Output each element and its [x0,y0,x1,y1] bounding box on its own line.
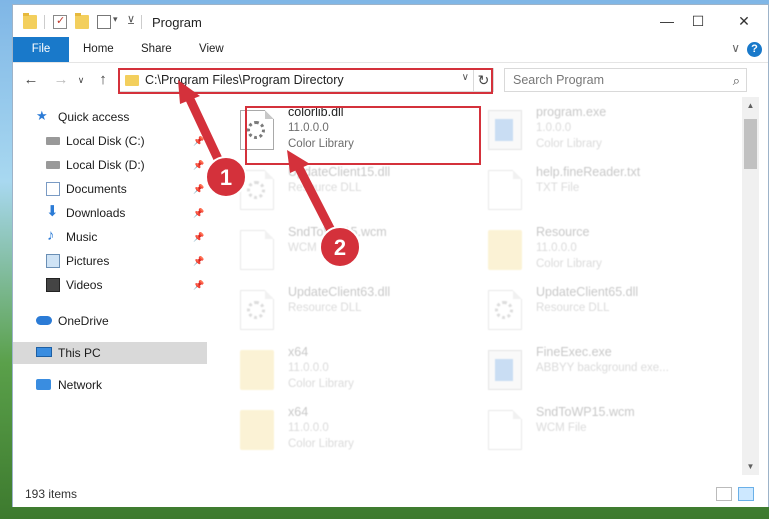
sidebar-item-videos[interactable]: Videos 📌 [13,274,207,296]
videos-icon [46,278,60,292]
navigation-bar: ← → ∨ ↑ C:\Program Files\Program Directo… [13,65,768,95]
explorer-window: ▾ ⊻ Program — ☐ ✕ File Home Share View ∨… [12,4,769,507]
up-button[interactable]: ↑ [93,69,113,91]
details-view-icon[interactable] [716,487,732,501]
folder-icon [23,13,37,29]
sidebar-item-network[interactable]: Network [13,374,207,396]
properties-icon[interactable] [53,14,67,29]
gear-file-icon [240,170,274,210]
sidebar-item-local-disk-d[interactable]: Local Disk (D:) 📌 [13,154,207,176]
file-item-fineexec-exe[interactable]: FineExec.exe ABBYY background exe... [482,343,722,397]
sidebar-item-quick-access[interactable]: ★ Quick access [13,106,207,128]
search-input[interactable]: Search Program ⌕ [504,68,747,92]
pictures-icon [46,254,60,268]
sidebar-item-pictures[interactable]: Pictures 📌 [13,250,207,272]
gear-file-icon [240,290,274,330]
text-file-icon [488,170,522,210]
scrollbar-thumb[interactable] [744,119,757,169]
file-item-updateclient63-dll[interactable]: UpdateClient63.dll Resource DLL [234,283,474,337]
navigation-pane: ★ Quick access Local Disk (C:) 📌 Local D… [13,97,207,479]
tab-view[interactable]: View [185,37,238,62]
vertical-scrollbar[interactable]: ▲ ▼ [742,97,759,475]
forward-button[interactable]: → [51,69,71,91]
ribbon-tabs: File Home Share View ∨ ? [13,37,768,63]
file-item-colorlib-dll[interactable]: colorlib.dll 11.0.0.0 Color Library [234,103,474,157]
downloads-icon: ⬇ [46,203,59,220]
chevron-down-icon[interactable]: ∨ [462,72,469,83]
tab-share[interactable]: Share [127,37,186,62]
title-bar: ▾ ⊻ Program — ☐ ✕ [13,5,768,37]
music-icon: ♪ [47,227,55,244]
recent-locations-button[interactable]: ∨ [71,69,91,91]
window-title: Program [152,15,202,30]
customize-icon[interactable] [97,15,111,29]
tab-home[interactable]: Home [69,37,128,62]
status-bar: 193 items [13,481,768,507]
folder-icon [240,350,274,390]
chevron-down-icon[interactable]: ▾ [113,14,118,25]
quick-access-dropdown-icon[interactable]: ⊻ [127,14,135,27]
maximize-button[interactable]: ☐ [675,5,721,37]
pin-icon[interactable]: 📌 [193,250,204,272]
tiles-view-icon[interactable] [738,487,754,501]
scroll-up-icon[interactable]: ▲ [742,97,759,114]
help-icon[interactable]: ? [747,42,762,57]
close-button[interactable]: ✕ [721,5,767,37]
file-item-x64[interactable]: x64 11.0.0.0 Color Library [234,403,474,457]
pin-icon[interactable]: 📌 [193,274,204,296]
back-button[interactable]: ← [21,69,41,91]
sidebar-item-onedrive[interactable]: OneDrive [13,310,207,332]
drive-icon [46,161,60,169]
file-list: colorlib.dll 11.0.0.0 Color Library prog… [220,97,742,475]
gear-file-icon [240,110,274,150]
star-icon: ★ [36,108,48,123]
file-item-updateclient15-dll[interactable]: UpdateClient15.dll Resource DLL [234,163,474,217]
sidebar-item-documents[interactable]: Documents 📌 [13,178,207,200]
folder-icon [488,230,522,270]
text-file-icon [240,230,274,270]
expand-ribbon-icon[interactable]: ∨ [731,41,740,55]
toolbar-divider [141,15,142,29]
pin-icon[interactable]: 📌 [193,202,204,224]
tab-file[interactable]: File [13,37,69,62]
item-count: 193 items [25,487,78,501]
address-bar[interactable]: C:\Program Files\Program Directory ∨ [118,68,474,92]
search-icon[interactable]: ⌕ [733,73,740,89]
pin-icon[interactable]: 📌 [193,178,204,200]
new-folder-icon[interactable] [75,13,89,29]
refresh-button[interactable]: ↻ [474,68,494,92]
file-item-sndtowp15-wcm[interactable]: SndToWP15.wcm WCM File [234,223,474,277]
folder-icon [240,410,274,450]
sidebar-item-downloads[interactable]: ⬇ Downloads 📌 [13,202,207,224]
scroll-down-icon[interactable]: ▼ [742,458,759,475]
exe-icon [488,110,522,150]
toolbar-divider [44,15,45,29]
exe-icon [488,350,522,390]
file-item-updateclient65-dll[interactable]: UpdateClient65.dll Resource DLL [482,283,722,337]
pin-icon[interactable]: 📌 [193,226,204,248]
documents-icon [46,182,60,196]
file-item-help-finereader-txt[interactable]: help.fineReader.txt TXT File [482,163,722,217]
cloud-icon [36,316,52,325]
drive-icon [46,137,60,145]
computer-icon [36,347,52,357]
text-file-icon [488,410,522,450]
address-path[interactable]: C:\Program Files\Program Directory [145,73,344,87]
sidebar-item-this-pc[interactable]: This PC [13,342,207,364]
pin-icon[interactable]: 📌 [193,130,204,152]
network-icon [36,379,51,390]
file-item-resource[interactable]: Resource 11.0.0.0 Color Library [482,223,722,277]
file-item-sndtowp15-wcm[interactable]: SndToWP15.wcm WCM File [482,403,722,457]
gear-file-icon [488,290,522,330]
search-placeholder: Search Program [513,73,605,87]
folder-icon [125,75,139,86]
sidebar-item-music[interactable]: ♪ Music 📌 [13,226,207,248]
pin-icon[interactable]: 📌 [193,154,204,176]
file-item-program-exe[interactable]: program.exe 1.0.0.0 Color Library [482,103,722,157]
file-item-x64[interactable]: x64 11.0.0.0 Color Library [234,343,474,397]
sidebar-item-local-disk-c[interactable]: Local Disk (C:) 📌 [13,130,207,152]
